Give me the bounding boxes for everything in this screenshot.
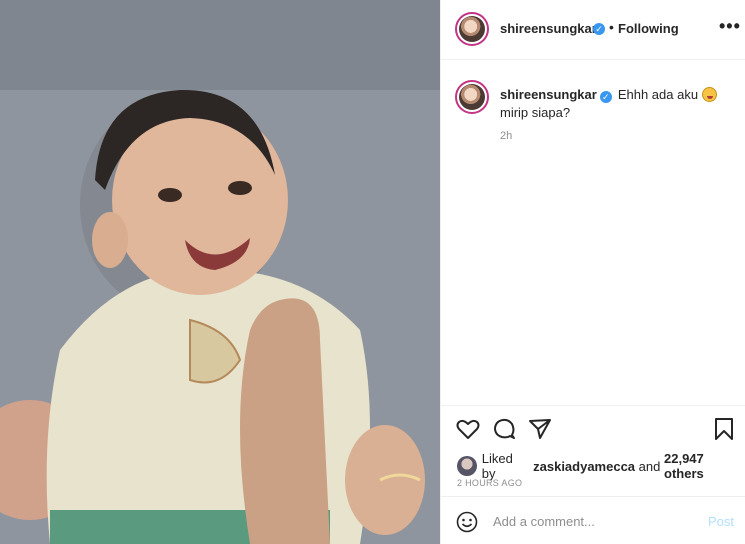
caption-text: Ehhh ada aku [617, 87, 699, 102]
verified-badge-icon: ✓ [593, 23, 605, 35]
baby-photo-illustration [0, 0, 440, 544]
post-actions: Liked by zaskiadyamecca and 22,947 other… [441, 405, 745, 495]
likes-prefix: Liked by [481, 451, 513, 481]
post-timestamp[interactable]: 2 HOURS AGO [457, 478, 522, 488]
following-button[interactable]: Following [618, 21, 679, 36]
comment-input[interactable] [493, 511, 693, 531]
caption-author-avatar[interactable] [455, 80, 489, 114]
likes-count[interactable]: 22,947 others [664, 451, 745, 481]
post-header: shireensungkar ✓ • Following ••• [441, 0, 745, 60]
caption-text-block: shireensungkar ✓ Ehhh ada aku mirip siapa? [500, 86, 732, 122]
likes-summary: Liked by zaskiadyamecca and 22,947 other… [457, 451, 745, 481]
liker-username[interactable]: zaskiadyamecca [533, 459, 635, 474]
squinting-tongue-emoji-icon [701, 87, 717, 102]
heart-icon[interactable] [455, 416, 481, 442]
separator-dot: • [609, 19, 614, 35]
comment-icon[interactable] [491, 416, 517, 442]
bookmark-icon[interactable] [711, 416, 737, 442]
post-photo[interactable] [0, 0, 440, 544]
author-username[interactable]: shireensungkar [500, 21, 597, 36]
more-options-icon[interactable]: ••• [719, 16, 741, 37]
smile-icon[interactable] [456, 511, 478, 533]
likes-middle: and [638, 458, 661, 474]
liker-avatar[interactable] [457, 456, 477, 476]
share-icon[interactable] [527, 416, 553, 442]
add-comment-bar: Post [441, 496, 745, 544]
post-comment-button[interactable]: Post [708, 514, 734, 529]
caption-timestamp: 2h [500, 130, 513, 142]
caption-username[interactable]: shireensungkar [500, 87, 597, 102]
caption-section: shireensungkar ✓ Ehhh ada aku mirip siapa?… [441, 60, 745, 405]
author-avatar[interactable] [455, 12, 489, 46]
caption-verified-badge-icon: ✓ [599, 91, 612, 103]
caption-text-line2: mirip siapa? [500, 105, 571, 120]
post-side-panel: shireensungkar ✓ • Following ••• shireen… [440, 0, 745, 544]
